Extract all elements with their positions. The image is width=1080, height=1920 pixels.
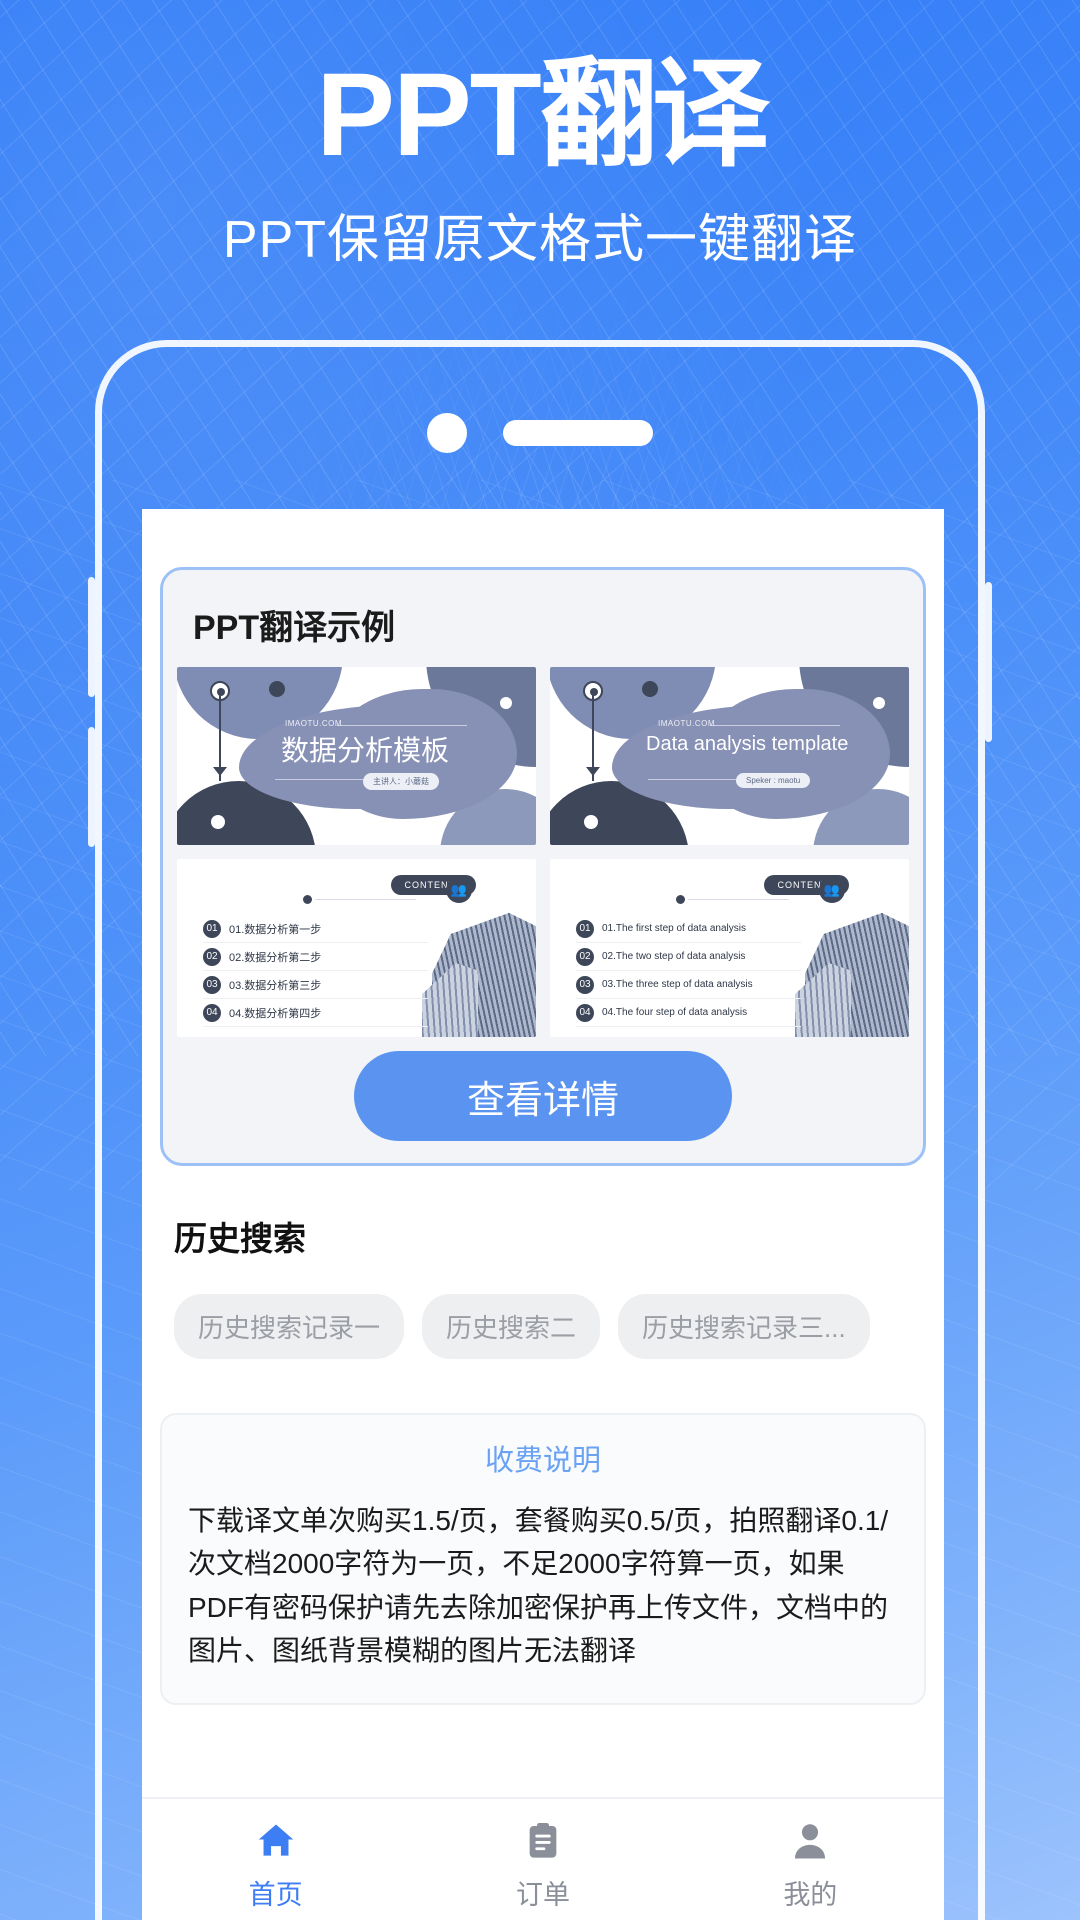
- cover-dotted-line-1: [337, 725, 467, 726]
- chevron-down-icon: [213, 767, 227, 776]
- tab-orders-label: 订单: [515, 1880, 570, 1910]
- list-item: 02 02.The two step of data analysis: [576, 943, 801, 971]
- bottom-tab-bar: 首页 订单 我的: [142, 1797, 944, 1920]
- tab-home-label: 首页: [248, 1880, 303, 1910]
- tab-home[interactable]: 首页: [142, 1819, 409, 1912]
- list-item: 02 02.数据分析第二步: [203, 943, 428, 971]
- contents-list-zh: 01 01.数据分析第一步 02 02.数据分析第二步 03 03.数据分析第三…: [203, 915, 428, 1027]
- list-item-label: 03.数据分析第三步: [229, 979, 322, 992]
- page-subtitle: PPT保留原文格式一键翻译: [222, 211, 858, 270]
- phone-power-button: [985, 582, 992, 742]
- fee-description-body: 下载译文单次购买1.5/页，套餐购买0.5/页，拍照翻译0.1/次文档2000字…: [188, 1505, 889, 1667]
- list-item: 03 03.数据分析第三步: [203, 971, 428, 999]
- cover-dot-1: [269, 681, 285, 697]
- history-chip-1[interactable]: 历史搜索记录一: [174, 1294, 405, 1359]
- cover-title-en: Data analysis template: [646, 733, 849, 755]
- page-title: PPT翻译: [0, 55, 1080, 175]
- tab-profile-label: 我的: [783, 1880, 838, 1910]
- phone-screen: PPT翻译示例 IMAOTU.COM 数据分析模板 主讲人：小蘑菇 IMAOTU…: [142, 509, 944, 1920]
- cover-dot-1: [642, 681, 658, 697]
- list-item-label: 02.The two step of data analysis: [602, 951, 746, 962]
- view-detail-button[interactable]: 查看详情: [354, 1051, 732, 1141]
- hero-section: PPT翻译 PPT保留原文格式一键翻译: [0, 0, 1080, 272]
- history-chip-list: 历史搜索记录一 历史搜索二 历史搜索记录三...: [174, 1294, 926, 1359]
- camera-icon: [427, 413, 467, 453]
- building-illustration-small: [422, 963, 478, 1037]
- person-icon: [795, 1824, 826, 1859]
- list-item-number: 03: [203, 975, 221, 994]
- slide-thumbnail-contents-en[interactable]: CONTENTS 👥 01 01.The first step of data …: [550, 859, 909, 1037]
- contents-dot: [676, 895, 685, 904]
- app-content: PPT翻译示例 IMAOTU.COM 数据分析模板 主讲人：小蘑菇 IMAOTU…: [142, 509, 944, 1797]
- list-item: 04 04.数据分析第四步: [203, 999, 428, 1027]
- cover-dot-4: [873, 697, 885, 709]
- list-item-label: 01.The first step of data analysis: [602, 923, 746, 934]
- cover-dotted-line-1: [710, 725, 840, 726]
- cover-speaker-zh: 主讲人：小蘑菇: [363, 773, 439, 790]
- cover-dot-3: [852, 806, 863, 817]
- page-title-latin: PPT: [316, 49, 541, 181]
- list-item: 01 01.The first step of data analysis: [576, 915, 801, 943]
- list-item-number: 01: [576, 919, 594, 938]
- list-item: 04 04.The four step of data analysis: [576, 999, 801, 1027]
- list-item-number: 04: [203, 1003, 221, 1022]
- contents-dot: [303, 895, 312, 904]
- cover-brand-en: IMAOTU.COM: [658, 719, 715, 728]
- phone-notch: [102, 413, 978, 453]
- tab-profile[interactable]: 我的: [677, 1819, 944, 1912]
- clipboard-icon: [529, 1823, 557, 1858]
- phone-mockup: PPT翻译示例 IMAOTU.COM 数据分析模板 主讲人：小蘑菇 IMAOTU…: [88, 340, 992, 1920]
- list-item-number: 02: [576, 947, 594, 966]
- slide-thumbnail-cover-en[interactable]: IMAOTU.COM Data analysis template Speker…: [550, 667, 909, 845]
- contents-rule: [315, 899, 416, 900]
- contents-list-en: 01 01.The first step of data analysis 02…: [576, 915, 801, 1027]
- cover-dot-4: [500, 697, 512, 709]
- home-icon: [258, 1824, 293, 1856]
- fee-description-title: 收费说明: [484, 1445, 601, 1477]
- list-item: 03 03.The three step of data analysis: [576, 971, 801, 999]
- contents-rule: [688, 899, 789, 900]
- building-illustration-small: [795, 963, 851, 1037]
- list-item-label: 03.The three step of data analysis: [602, 979, 753, 990]
- history-search-heading: 历史搜索: [174, 1220, 306, 1257]
- list-item-label: 01.数据分析第一步: [229, 923, 322, 936]
- people-icon: 👥: [446, 877, 472, 903]
- list-item-label: 04.The four step of data analysis: [602, 1007, 748, 1018]
- slide-row-covers: IMAOTU.COM 数据分析模板 主讲人：小蘑菇 IMAOTU.COM Dat…: [177, 667, 909, 845]
- cover-dot-2: [211, 815, 225, 829]
- list-item-number: 02: [203, 947, 221, 966]
- phone-volume-down-button: [88, 727, 95, 847]
- cover-title-zh: 数据分析模板: [281, 735, 450, 766]
- list-item-number: 01: [203, 919, 221, 938]
- people-icon: 👥: [819, 877, 845, 903]
- list-item: 01 01.数据分析第一步: [203, 915, 428, 943]
- page-title-cjk: 翻译: [539, 49, 770, 181]
- tab-orders[interactable]: 订单: [409, 1819, 676, 1912]
- cover-dot-2: [584, 815, 598, 829]
- history-search-section: 历史搜索 历史搜索记录一 历史搜索二 历史搜索记录三...: [142, 1166, 944, 1359]
- history-chip-3[interactable]: 历史搜索记录三...: [618, 1294, 870, 1359]
- list-item-number: 03: [576, 975, 594, 994]
- phone-volume-up-button: [88, 577, 95, 697]
- list-item-number: 04: [576, 1003, 594, 1022]
- cover-dot-3: [479, 806, 490, 817]
- slide-thumbnail-cover-zh[interactable]: IMAOTU.COM 数据分析模板 主讲人：小蘑菇: [177, 667, 536, 845]
- fee-description-box: 收费说明 下载译文单次购买1.5/页，套餐购买0.5/页，拍照翻译0.1/次文档…: [160, 1413, 926, 1705]
- list-item-label: 02.数据分析第二步: [229, 951, 322, 964]
- chevron-down-icon: [586, 767, 600, 776]
- history-chip-2[interactable]: 历史搜索二: [422, 1294, 601, 1359]
- cover-speaker-en: Speker : maotu: [736, 773, 811, 788]
- speaker-grille: [503, 420, 653, 446]
- slide-thumbnail-contents-zh[interactable]: CONTENTS 👥 01 01.数据分析第一步 02 02.数据分析第二步 0…: [177, 859, 536, 1037]
- slide-row-contents: CONTENTS 👥 01 01.数据分析第一步 02 02.数据分析第二步 0…: [177, 859, 909, 1037]
- list-item-label: 04.数据分析第四步: [229, 1007, 322, 1020]
- ppt-example-card: PPT翻译示例 IMAOTU.COM 数据分析模板 主讲人：小蘑菇 IMAOTU…: [160, 567, 926, 1166]
- example-card-title: PPT翻译示例: [193, 609, 396, 647]
- cover-brand-zh: IMAOTU.COM: [285, 719, 342, 728]
